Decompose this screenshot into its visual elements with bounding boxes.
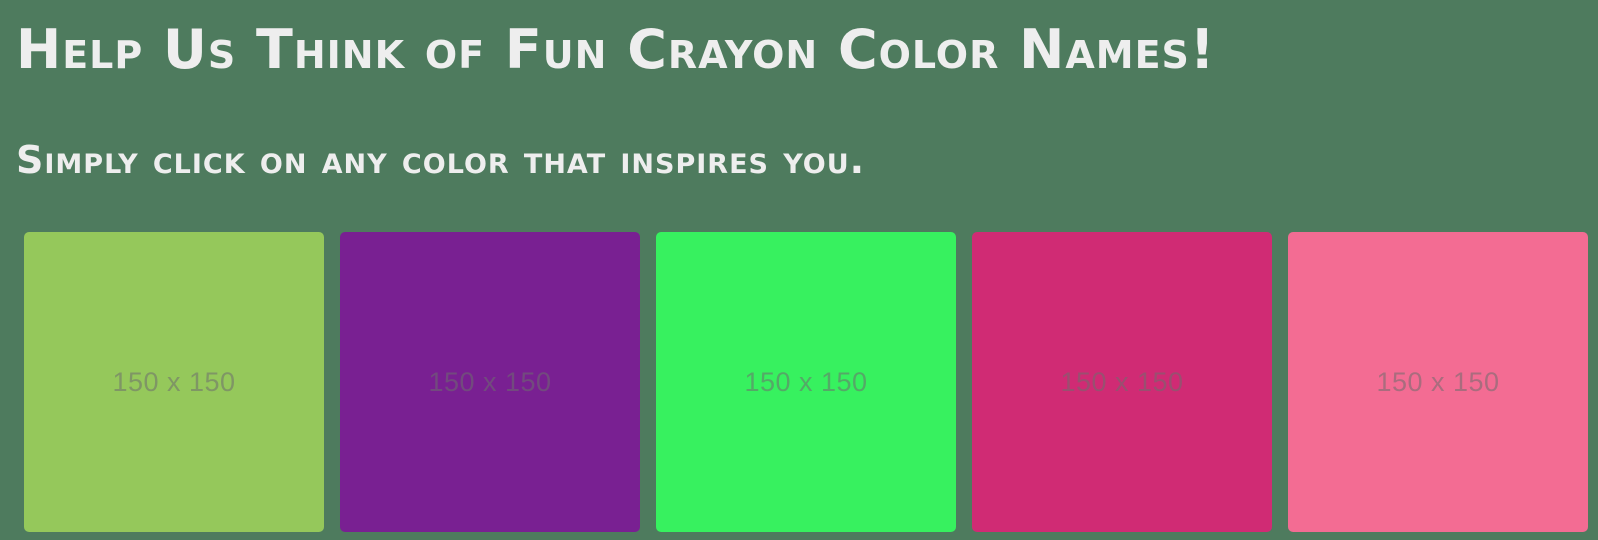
swatch-placeholder-label: 150 x 150: [428, 366, 552, 397]
color-swatch-5[interactable]: 150 x 150: [1288, 232, 1588, 532]
swatch-placeholder-label: 150 x 150: [1060, 366, 1184, 397]
color-swatch-4[interactable]: 150 x 150: [972, 232, 1272, 532]
page-title: Help Us Think of Fun Crayon Color Names!: [16, 18, 1216, 81]
swatch-placeholder-label: 150 x 150: [1376, 366, 1500, 397]
color-swatch-3[interactable]: 150 x 150: [656, 232, 956, 532]
page-subtitle: Simply click on any color that inspires …: [16, 138, 866, 182]
color-swatch-row: 150 x 150 150 x 150 150 x 150 150 x 150 …: [24, 232, 1588, 532]
color-swatch-1[interactable]: 150 x 150: [24, 232, 324, 532]
swatch-placeholder-label: 150 x 150: [112, 366, 236, 397]
color-swatch-2[interactable]: 150 x 150: [340, 232, 640, 532]
swatch-placeholder-label: 150 x 150: [744, 366, 868, 397]
